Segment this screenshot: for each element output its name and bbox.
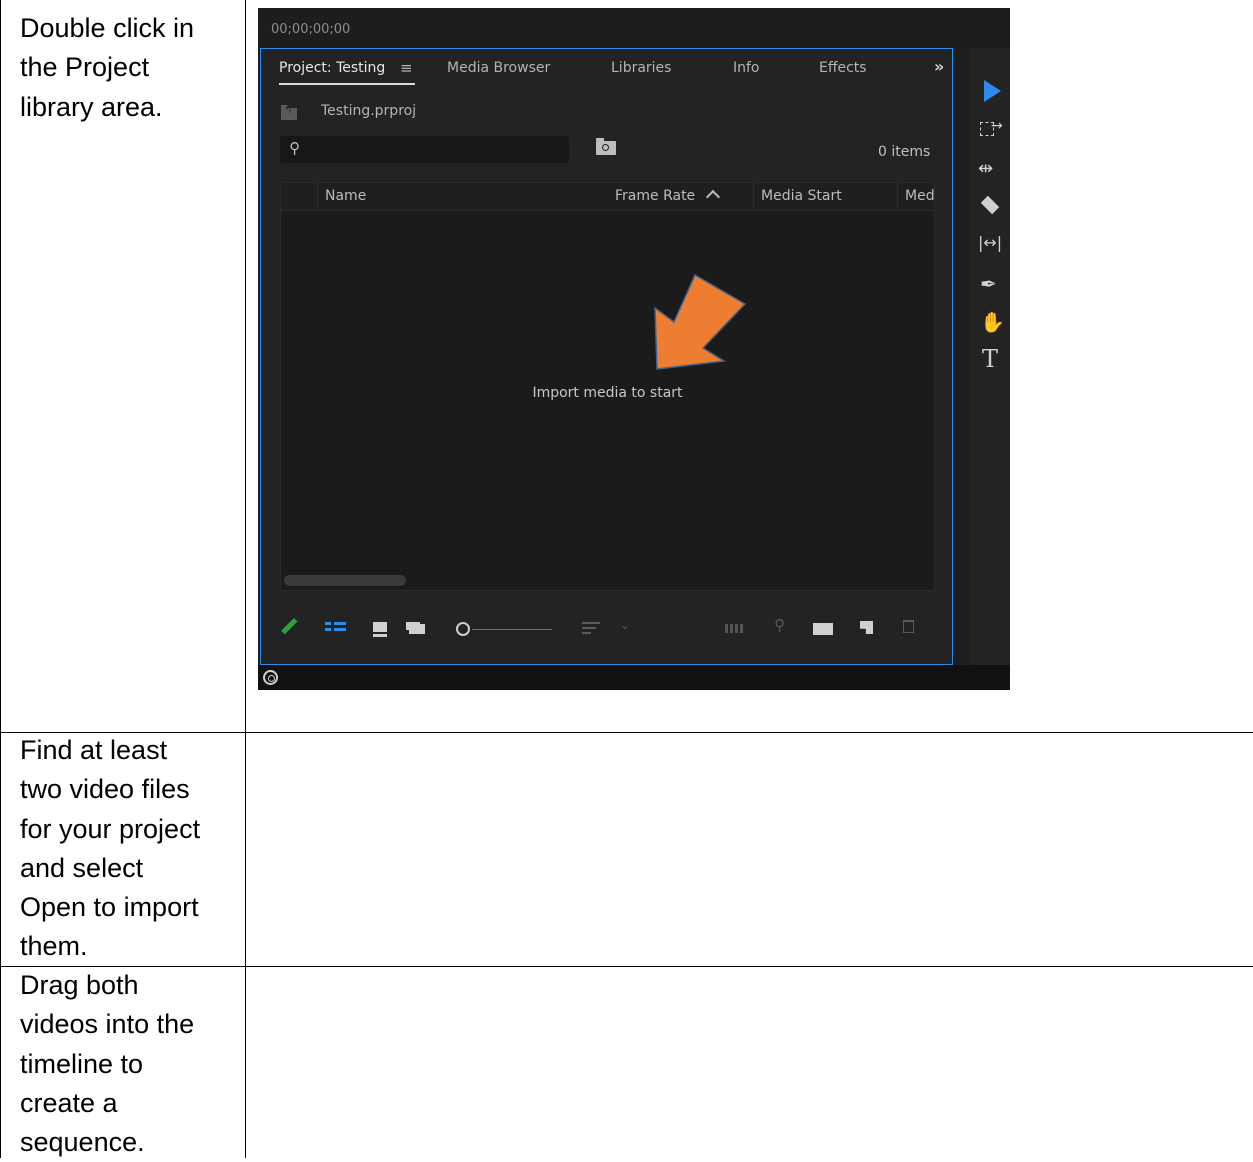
step-text-line: Open to import <box>20 892 199 923</box>
step-text-line: them. <box>20 931 88 962</box>
annotation-arrow-shape <box>654 273 747 370</box>
annotation-arrow <box>654 273 747 370</box>
step-text-line: Double click in <box>20 13 195 43</box>
step-text-line: library area. <box>20 91 163 122</box>
step-text-line: create a <box>20 1087 118 1118</box>
step-text-line: for your project <box>20 813 201 844</box>
step-text-line: Drag both <box>20 970 139 1000</box>
step-text-line: videos into the <box>20 1009 195 1040</box>
step-text-line: sequence. <box>20 1127 145 1158</box>
step-1-instruction: Double click in the Project library area… <box>20 9 240 127</box>
step-text-line: the Project <box>20 52 150 83</box>
premiere-screenshot: 00;00;00;00 Project: Testing ≡ Media Bro… <box>258 8 1010 690</box>
step-text-line: Find at least <box>20 735 168 765</box>
step-text-line: timeline to <box>20 1048 144 1079</box>
step-text-line: and select <box>20 852 144 883</box>
table-left-border <box>0 0 1 1158</box>
step-3-instruction: Drag both videos into the timeline to cr… <box>20 966 240 1162</box>
step-2-instruction: Find at least two video files for your p… <box>20 731 240 967</box>
table-column-divider <box>245 0 246 1158</box>
step-text-line: two video files <box>20 774 190 805</box>
